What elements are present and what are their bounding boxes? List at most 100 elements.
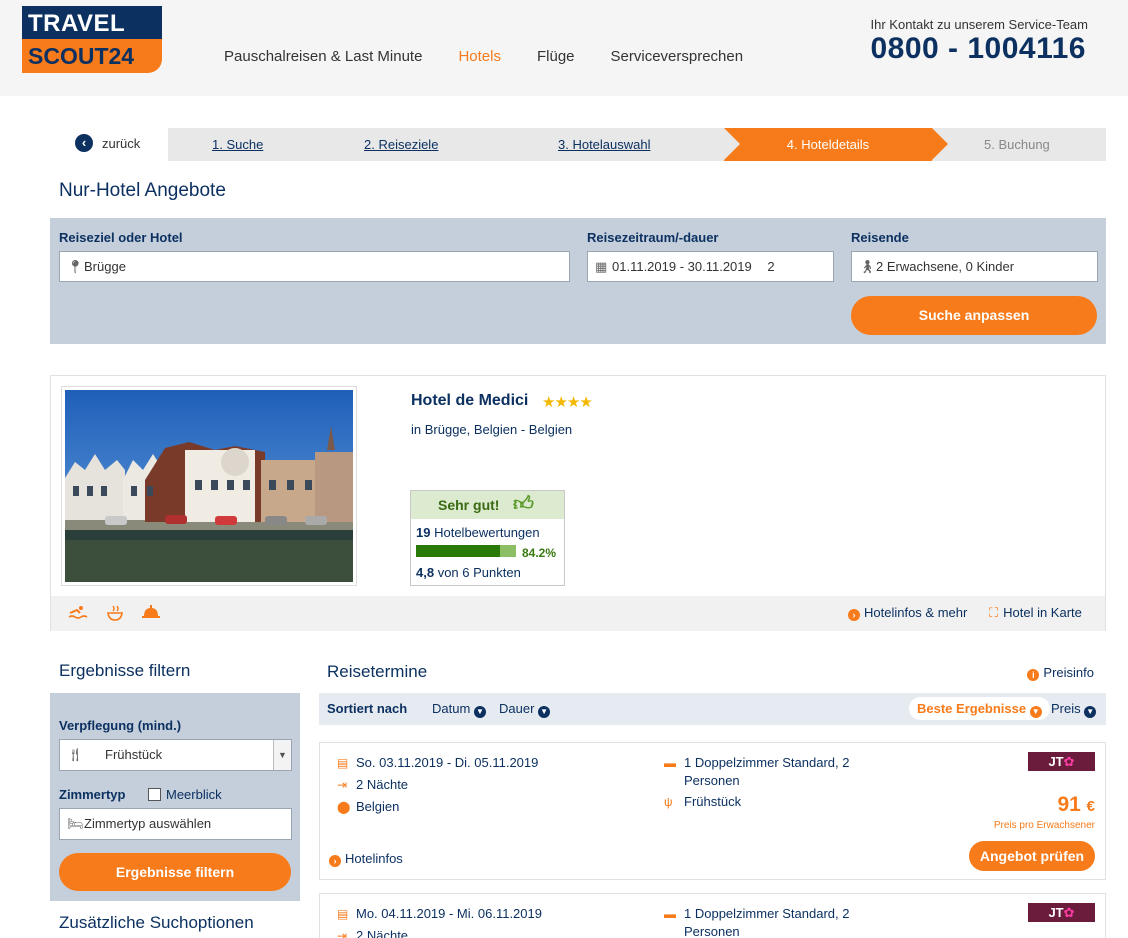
offer-card: ▤ Mo. 04.11.2019 - Mi. 06.11.2019 ⇥ 2 Nä… — [319, 893, 1106, 938]
recommend-bar-fill — [416, 545, 501, 557]
recommend-bar — [416, 545, 516, 557]
hotel-photo-illustration — [65, 390, 353, 582]
map-icon: ⛶ — [989, 605, 999, 620]
step-buchung: 5. Buchung — [984, 137, 1050, 152]
hotel-info-link[interactable]: › Hotelinfos & mehr — [848, 605, 967, 621]
operator-name: JT — [1048, 905, 1064, 920]
chevron-left-icon: ‹ — [75, 134, 93, 152]
hotel-name[interactable]: Hotel de Medici — [411, 392, 528, 410]
rating-head: Sehr gut! 👍︎ — [411, 491, 564, 519]
hotel-image-frame — [61, 386, 357, 586]
hotel-location: in Brügge, Belgien - Belgien — [411, 422, 573, 437]
room-type-placeholder: Zimmertyp auswählen — [84, 816, 212, 831]
step-reiseziele[interactable]: 2. Reiseziele — [364, 128, 438, 161]
board-select-value: Frühstück — [105, 747, 163, 762]
review-count-text: Hotelbewertungen — [434, 525, 540, 540]
spa-bowl-icon — [106, 604, 124, 627]
nav-pauschalreisen[interactable]: Pauschalreisen & Last Minute — [224, 48, 422, 65]
step-hotelauswahl[interactable]: 3. Hotelauswahl — [558, 128, 651, 161]
rating-score: 4,8 von 6 Punkten — [416, 565, 521, 580]
sort-bar: Sortiert nach Datum ▼ Dauer ▼ Beste Erge… — [319, 693, 1106, 725]
date-label: Reisezeitraum/-dauer — [587, 230, 719, 245]
chevron-down-icon: ▼ — [473, 706, 486, 718]
more-search-options[interactable]: Zusätzliche Suchoptionen — [59, 913, 254, 933]
logo-bottom: SCOUT24 — [22, 39, 162, 73]
check-offer-button[interactable]: Angebot prüfen — [969, 841, 1095, 871]
travelers-value: 2 Erwachsene, 0 Kinder — [876, 259, 1015, 274]
contact-phone[interactable]: 0800 - 1004116 — [870, 32, 1086, 66]
bed-icon: ▬ — [664, 756, 676, 770]
cutlery-icon: ψ — [664, 795, 673, 809]
sort-date-label: Datum — [432, 701, 471, 716]
dest-label: Reiseziel oder Hotel — [59, 230, 183, 245]
step-suche[interactable]: 1. Suche — [212, 128, 263, 161]
nights-icon: ⇥ — [337, 778, 348, 792]
hotel-map-link[interactable]: ⛶ Hotel in Karte — [989, 605, 1082, 621]
info-icon: i — [1027, 669, 1040, 681]
booking-stepper: 1. Suche 2. Reiseziele 3. Hotelauswahl 4… — [168, 128, 1106, 161]
sort-duration[interactable]: Dauer ▼ — [499, 701, 551, 718]
back-link[interactable]: ‹ zurück — [75, 134, 140, 152]
travelscout24-logo[interactable]: TRAVEL SCOUT24 — [22, 6, 162, 73]
person-icon: 🚶︎ — [859, 259, 876, 274]
nav-fluege[interactable]: Flüge — [537, 48, 575, 65]
review-count-number: 19 — [416, 525, 431, 540]
offer-price: 91 € — [1057, 793, 1095, 817]
hotel-card: Hotel de Medici ★★★★ in Brügge, Belgien … — [50, 375, 1106, 631]
sort-best-label: Beste Ergebnisse — [917, 701, 1027, 716]
main-nav: Pauschalreisen & Last Minute Hotels Flüg… — [224, 48, 743, 65]
filter-title: Ergebnisse filtern — [59, 661, 191, 680]
map-pin-icon: 📍︎ — [67, 259, 84, 274]
destination-input[interactable]: 📍︎ Brügge — [59, 251, 570, 282]
board-select[interactable]: 🍴︎ Frühstück ▼ — [59, 739, 292, 771]
chevron-down-icon: ▼ — [538, 706, 551, 718]
logo-top: TRAVEL — [22, 6, 162, 39]
travelers-input[interactable]: 🚶︎ 2 Erwachsene, 0 Kinder — [851, 251, 1098, 282]
sort-best-results[interactable]: Beste Ergebnisse ▼ — [909, 697, 1050, 720]
offer-hotelinfo-link[interactable]: › Hotelinfos — [329, 851, 403, 867]
bed-icon: ▬ — [664, 907, 676, 921]
chevron-right-icon: › — [329, 855, 341, 867]
hotel-map-link-label: Hotel in Karte — [1003, 605, 1082, 620]
step-hoteldetails: 4. Hoteldetails — [724, 128, 948, 161]
contact-label: Ihr Kontakt zu unserem Service-Team — [870, 17, 1088, 32]
preisinfo-link[interactable]: i Preisinfo — [1027, 665, 1094, 681]
duration-value: 2 — [767, 259, 775, 274]
filter-submit-button[interactable]: Ergebnisse filtern — [59, 853, 291, 891]
step-arrow-out — [932, 128, 948, 160]
sort-label: Sortiert nach — [327, 701, 408, 716]
bed-icon: 🛏︎ — [67, 816, 84, 831]
offer-dates: Mo. 04.11.2019 - Mi. 06.11.2019 — [356, 906, 542, 921]
nights-icon: ⇥ — [337, 929, 348, 938]
search-adjust-button[interactable]: Suche anpassen — [851, 296, 1097, 335]
rating-score-text: von 6 Punkten — [437, 565, 521, 580]
page-title: Nur-Hotel Angebote — [59, 180, 226, 201]
review-count: 19 Hotelbewertungen — [416, 525, 540, 540]
filter-panel: Verpflegung (mind.) 🍴︎ Frühstück ▼ Zimme… — [50, 693, 300, 901]
date-input[interactable]: ▦ 01.11.2019 - 30.11.2019 2 — [587, 251, 834, 282]
offer-board: Frühstück — [684, 794, 742, 809]
operator-name: JT — [1048, 754, 1064, 769]
sort-date[interactable]: Datum ▼ — [432, 701, 486, 718]
chevron-down-icon: ▼ — [1029, 706, 1042, 718]
rating-box[interactable]: Sehr gut! 👍︎ 19 Hotelbewertungen 84.2% 4… — [410, 490, 565, 586]
calendar-icon: ▤ — [337, 756, 349, 770]
nav-serviceversprechen[interactable]: Serviceversprechen — [611, 48, 744, 65]
operator-logo: JT✿ — [1028, 903, 1095, 922]
offer-room-line1: 1 Doppelzimmer Standard, 2 — [684, 755, 850, 770]
offer-room-line1: 1 Doppelzimmer Standard, 2 — [684, 906, 850, 921]
step-arrow-in — [724, 128, 740, 160]
seaview-checkbox[interactable] — [148, 788, 161, 801]
recommend-percent: 84.2% — [522, 546, 557, 560]
results-title: Reisetermine — [327, 662, 428, 681]
offer-region: Belgien — [356, 799, 400, 814]
nav-hotels[interactable]: Hotels — [458, 48, 501, 65]
hotel-photo[interactable] — [65, 390, 353, 582]
sort-price[interactable]: Preis ▼ — [1051, 701, 1097, 718]
map-pin-icon: ⬤ — [337, 800, 351, 814]
search-panel: Reiseziel oder Hotel 📍︎ Brügge Reisezeit… — [50, 218, 1106, 344]
site-header: TRAVEL SCOUT24 Pauschalreisen & Last Min… — [0, 0, 1128, 96]
room-type-input[interactable]: 🛏︎ Zimmertyp auswählen — [59, 808, 292, 840]
cutlery-icon: 🍴︎ — [67, 747, 84, 762]
seaview-label[interactable]: Meerblick — [166, 787, 222, 802]
